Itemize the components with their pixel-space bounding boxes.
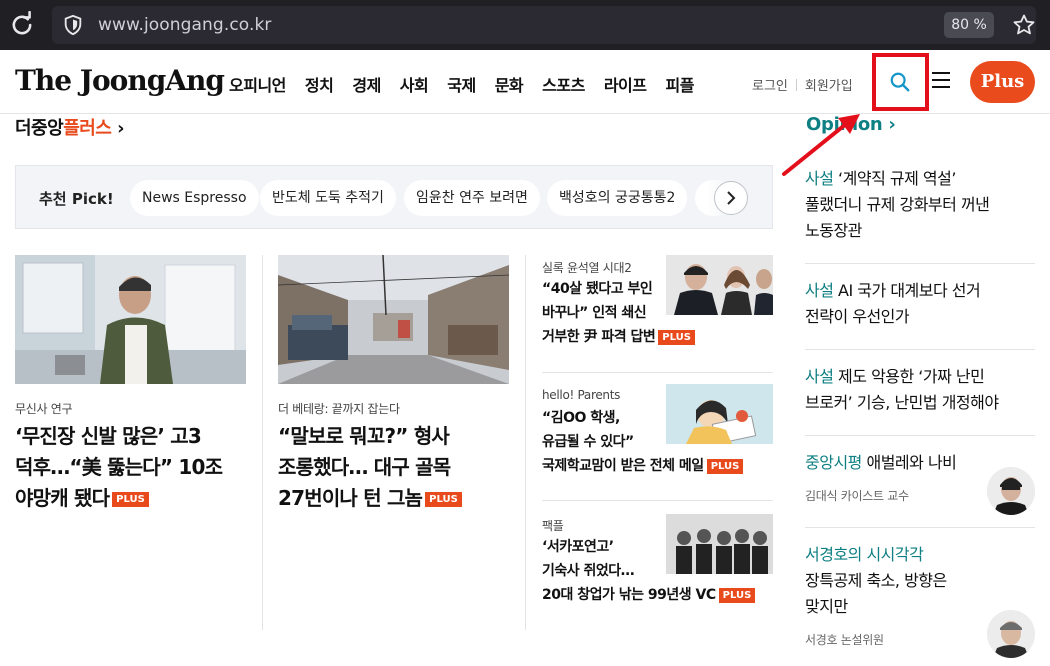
article-thumbnail[interactable] xyxy=(666,255,773,315)
headline-line: 덕후…“美 뚫는다” 10조 xyxy=(15,455,223,479)
reload-icon[interactable] xyxy=(8,11,36,39)
section-title[interactable]: 더중앙플러스 › xyxy=(15,114,125,140)
pick-next-button[interactable] xyxy=(714,181,748,215)
plus-button[interactable]: Plus xyxy=(970,61,1035,103)
pick-chip[interactable]: News Espresso xyxy=(130,180,259,216)
headline-line: 국제학교맘이 받은 전체 메일 xyxy=(542,458,704,474)
plus-badge: PLUS xyxy=(718,587,756,603)
article-headline[interactable]: ‘무진장 신발 많은’ 고3 덕후…“美 뚫는다” 10조 야망캐 됐다 PLUS xyxy=(15,421,255,514)
opinion-item[interactable]: 사설 제도 악용한 ‘가짜 난민 브로커’ 기승, 난민법 개정해야 xyxy=(805,364,1035,416)
shield-icon[interactable] xyxy=(62,14,84,36)
opinion-text: 장특공제 축소, 방향은 xyxy=(805,571,947,590)
pick-chip[interactable]: 임윤찬 연주 보려면 xyxy=(404,180,540,216)
divider xyxy=(542,500,773,501)
url-text[interactable]: www.joongang.co.kr xyxy=(98,15,272,35)
opinion-text: 제도 악용한 ‘가짜 난민 xyxy=(833,367,985,386)
main-nav: 오피니언 정치 경제 사회 국제 문화 스포츠 라이프 피플 xyxy=(229,72,713,96)
zoom-level-badge[interactable]: 80 % xyxy=(944,12,994,38)
search-button-highlight[interactable] xyxy=(872,53,929,111)
opinion-category: 사설 xyxy=(805,367,834,386)
opinion-category: 사설 xyxy=(805,281,834,300)
opinion-author[interactable]: 서경호 논설위원 xyxy=(805,631,884,648)
chevron-right-icon: › xyxy=(117,118,125,139)
nav-item-international[interactable]: 국제 xyxy=(447,72,476,96)
headline-line: 거부한 尹 파격 답변 xyxy=(542,329,656,345)
address-bar[interactable]: www.joongang.co.kr 80 % xyxy=(52,6,1036,44)
opinion-text: AI 국가 대계보다 선거 xyxy=(833,281,981,300)
headline-line: “40살 됐다고 부인 xyxy=(542,281,653,297)
headline-line: 야망캐 됐다 xyxy=(15,486,110,510)
nav-item-sports[interactable]: 스포츠 xyxy=(542,72,585,96)
opinion-text: 브로커’ 기승, 난민법 개정해야 xyxy=(805,393,999,412)
nav-item-society[interactable]: 사회 xyxy=(400,72,429,96)
opinion-text: 전략이 우선인가 xyxy=(805,307,910,326)
nav-item-culture[interactable]: 문화 xyxy=(495,72,524,96)
chevron-right-icon: › xyxy=(888,114,896,135)
opinion-author[interactable]: 김대식 카이스트 교수 xyxy=(805,487,909,504)
section-title-main: 더중앙 xyxy=(15,118,64,139)
divider xyxy=(805,349,1035,350)
pick-chip[interactable]: 백성호의 궁궁통통2 xyxy=(547,180,688,216)
opinion-text: 풀랬더니 규제 강화부터 꺼낸 xyxy=(805,195,990,214)
headline-line: 바꾸나” 인적 쇄신 xyxy=(542,305,647,321)
article-kicker[interactable]: hello! Parents xyxy=(542,388,620,402)
section-title-accent: 플러스 xyxy=(63,118,112,139)
avatar[interactable] xyxy=(987,467,1035,515)
opinion-item[interactable]: 사설 ‘계약직 규제 역설’ 풀랬더니 규제 강화부터 꺼낸 노동장관 xyxy=(805,166,1035,244)
plus-badge: PLUS xyxy=(112,492,149,507)
divider xyxy=(805,527,1035,528)
article-thumbnail[interactable] xyxy=(666,384,773,444)
opinion-text: 노동장관 xyxy=(805,221,862,240)
opinion-item[interactable]: 사설 AI 국가 대계보다 선거 전략이 우선인가 xyxy=(805,278,1035,330)
nav-item-life[interactable]: 라이프 xyxy=(604,72,647,96)
signup-link[interactable]: 회원가입 xyxy=(805,75,853,94)
site-header: The JoongAng 오피니언 정치 경제 사회 국제 문화 스포츠 라이프… xyxy=(0,50,1050,114)
search-icon[interactable] xyxy=(889,71,911,93)
recommended-pick-bar: 추천 Pick! News Espresso 반도체 도둑 추적기 임윤찬 연주… xyxy=(15,165,773,229)
bookmark-star-icon[interactable] xyxy=(1012,13,1036,37)
nav-item-people[interactable]: 피플 xyxy=(666,72,695,96)
plus-badge: PLUS xyxy=(706,458,744,474)
opinion-category: 사설 xyxy=(805,169,834,188)
headline-line: “말보로 뭐꼬?” 형사 xyxy=(278,424,450,448)
nav-item-opinion[interactable]: 오피니언 xyxy=(229,72,286,96)
opinion-text: 애벌레와 나비 xyxy=(861,453,957,472)
headline-line: 20대 창업가 낚는 99년생 VC xyxy=(542,587,716,603)
opinion-category: 중앙시평 xyxy=(805,453,862,472)
headline-line: ‘무진장 신발 많은’ 고3 xyxy=(15,424,202,448)
opinion-category: 서경호의 시시각각 xyxy=(805,545,924,564)
plus-badge: PLUS xyxy=(425,492,462,507)
headline-line: 조롱했다… 대구 골목 xyxy=(278,455,451,479)
site-logo[interactable]: The JoongAng xyxy=(15,64,225,97)
divider xyxy=(262,255,263,630)
opinion-item[interactable]: 서경호의 시시각각 장특공제 축소, 방향은 맞지만 xyxy=(805,542,1035,620)
article-photo[interactable] xyxy=(15,255,246,384)
article-photo[interactable] xyxy=(278,255,509,384)
browser-toolbar: www.joongang.co.kr 80 % xyxy=(0,0,1050,50)
auth-links: 로그인 회원가입 xyxy=(752,75,853,94)
divider xyxy=(542,372,773,373)
divider xyxy=(525,255,526,630)
divider xyxy=(805,435,1035,436)
nav-item-economy[interactable]: 경제 xyxy=(352,72,381,96)
nav-item-politics[interactable]: 정치 xyxy=(305,72,334,96)
opinion-text: ‘계약직 규제 역설’ xyxy=(833,169,956,188)
pick-label: 추천 Pick! xyxy=(39,190,114,208)
article-headline[interactable]: “말보로 뭐꼬?” 형사 조롱했다… 대구 골목 27번이나 턴 그놈 PLUS xyxy=(278,421,518,514)
article-kicker[interactable]: 팩플 xyxy=(542,517,564,534)
chevron-right-icon xyxy=(727,191,736,205)
article-kicker[interactable]: 더 베테랑: 끝까지 잡는다 xyxy=(278,400,400,417)
login-link[interactable]: 로그인 xyxy=(752,75,788,94)
article-thumbnail[interactable] xyxy=(666,514,773,574)
headline-line: 27번이나 턴 그놈 xyxy=(278,486,423,510)
pick-chip[interactable]: 반도체 도둑 추적기 xyxy=(260,180,396,216)
hamburger-menu-icon[interactable] xyxy=(932,72,950,88)
avatar[interactable] xyxy=(987,610,1035,658)
divider xyxy=(795,78,797,91)
divider xyxy=(805,263,1035,264)
article-kicker[interactable]: 무신사 연구 xyxy=(15,400,73,417)
plus-badge: PLUS xyxy=(658,329,695,345)
article-kicker[interactable]: 실록 윤석열 시대2 xyxy=(542,259,632,276)
article-headline[interactable]: “40살 됐다고 부인 바꾸나” 인적 쇄신 거부한 尹 파격 답변 PLUS xyxy=(542,277,695,349)
